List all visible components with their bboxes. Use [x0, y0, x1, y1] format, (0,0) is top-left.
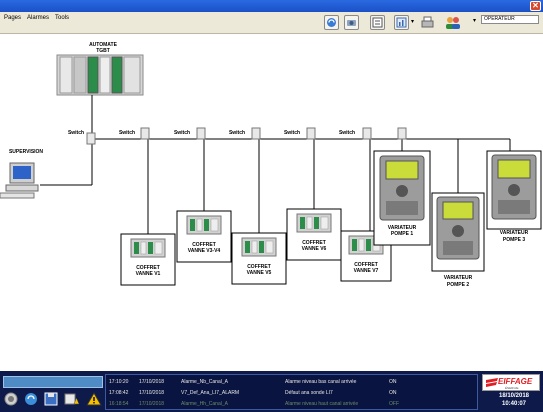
clock-time: 10:40:07 — [501, 401, 527, 407]
clock-date: 18/10/2018 — [498, 393, 530, 399]
network-diagram: AUTOMATE TGBT Switch Switch Switch Switc… — [0, 42, 542, 288]
alarm-row[interactable]: 16:18:54 17/10/2018 Alarme_Hh_Canal_A Al… — [106, 399, 479, 409]
eiffage-mark-icon — [486, 378, 498, 387]
report-icon — [396, 17, 407, 28]
alarm-date: 17/10/2018 — [139, 379, 165, 385]
status-field — [3, 376, 103, 388]
printer-icon — [421, 16, 434, 28]
users-icon — [446, 17, 460, 29]
variateur-pompe-3-label-2: POMPE 3 — [503, 237, 525, 243]
switch-label-3: Switch — [174, 130, 190, 136]
variateur-pompe-1-label-2: POMPE 1 — [391, 231, 413, 237]
alarm-status-bar: 17:10:20 17/10/2018 Alarme_Nb_Canal_A Al… — [0, 371, 543, 412]
supervision-computer[interactable] — [0, 162, 39, 199]
warning-icon — [86, 392, 102, 406]
alarm-state: OFF — [389, 401, 399, 407]
users-button[interactable] — [444, 15, 460, 30]
alarm-row[interactable]: 17:10:20 17/10/2018 Alarme_Nb_Canal_A Al… — [106, 377, 479, 387]
plc-rack[interactable] — [56, 54, 144, 96]
eiffage-subtitle: ÉNERGIE — [505, 386, 519, 390]
clock: 18/10/2018 10:40:07 — [488, 392, 540, 408]
close-icon: ✕ — [532, 1, 539, 10]
eiffage-logo: EIFFAGE ÉNERGIE — [482, 374, 540, 391]
alarm-time: 17:08:42 — [109, 390, 129, 396]
plc-label-line2: TGBT — [96, 48, 110, 54]
print-button[interactable] — [420, 15, 435, 30]
alarm-row[interactable]: 17:08:42 17/10/2018 V7_Def_Ana_LI7_ALARM… — [106, 388, 479, 398]
variateur-pompe-2-label-1: VARIATEUR — [444, 275, 473, 281]
switch-3[interactable] — [196, 127, 206, 140]
switch-label-2: Switch — [119, 130, 135, 136]
eiffage-name: EIFFAGE — [498, 377, 533, 386]
coffret-v1-label-2: VANNE V1 — [136, 271, 161, 277]
coffret-v6[interactable]: COFFRET VANNE V6 — [286, 208, 342, 261]
coffret-v7-label-2: VANNE V7 — [354, 268, 379, 274]
switch-1[interactable] — [86, 132, 96, 145]
power-icon — [4, 392, 18, 406]
power-button[interactable] — [4, 392, 18, 406]
alarm-tag: Alarme_Nb_Canal_A — [181, 379, 228, 385]
camera-button[interactable] — [344, 15, 359, 30]
alarm-time: 17:10:20 — [109, 379, 129, 385]
refresh-button[interactable] — [24, 392, 38, 406]
variateur-pompe-1[interactable]: VARIATEUR POMPE 1 — [373, 150, 431, 246]
title-bar: ✕ — [0, 0, 543, 12]
alarm-time: 16:18:54 — [109, 401, 129, 407]
report-button[interactable] — [394, 15, 409, 30]
variateur-pompe-2-label-2: POMPE 2 — [447, 282, 469, 288]
sync-icon — [327, 18, 336, 27]
coffret-v5[interactable]: COFFRET VANNE V5 — [231, 232, 287, 285]
alarm-state: ON — [389, 379, 397, 385]
alarm-summary-button[interactable] — [64, 392, 80, 406]
close-button[interactable]: ✕ — [530, 1, 541, 11]
alarm-tag: V7_Def_Ana_LI7_ALARM — [181, 390, 240, 396]
camera-icon — [347, 20, 356, 26]
variateur-pompe-3-label-1: VARIATEUR — [500, 230, 529, 236]
variateur-pompe-3[interactable]: VARIATEUR POMPE 3 — [486, 150, 542, 243]
alarm-list[interactable]: 17:10:20 17/10/2018 Alarme_Nb_Canal_A Al… — [105, 374, 478, 410]
report-dropdown-icon[interactable]: ▾ — [411, 18, 414, 25]
alarm-list-icon — [64, 393, 80, 405]
switch-7[interactable] — [397, 127, 407, 140]
switch-label-5: Switch — [284, 130, 300, 136]
switch-4[interactable] — [251, 127, 261, 140]
menu-tools[interactable]: Tools — [55, 15, 69, 21]
supervision-label: SUPERVISION — [9, 149, 43, 155]
coffret-v6-label-2: VANNE V6 — [302, 246, 327, 252]
coffret-v3-v4-label-2: VANNE V3-V4 — [188, 248, 221, 254]
menu-alarmes[interactable]: Alarmes — [27, 15, 49, 21]
switch-5[interactable] — [306, 127, 316, 140]
sync-button[interactable] — [324, 15, 339, 30]
alarm-tag: Alarme_Hh_Canal_A — [181, 401, 228, 407]
alarm-message: Alarme niveau haut canal arrivée — [285, 401, 359, 407]
notepad-button[interactable] — [370, 15, 385, 30]
menu-pages[interactable]: Pages — [4, 15, 21, 21]
save-button[interactable] — [44, 392, 58, 406]
switch-label-6: Switch — [339, 130, 355, 136]
switch-label-4: Switch — [229, 130, 245, 136]
operator-field[interactable]: OPERATEUR — [481, 15, 539, 24]
switch-2[interactable] — [140, 127, 150, 140]
variateur-pompe-2[interactable]: VARIATEUR POMPE 2 — [431, 192, 485, 288]
alarm-date: 17/10/2018 — [139, 390, 165, 396]
switch-6[interactable] — [362, 127, 372, 140]
coffret-v1[interactable]: COFFRET VANNE V1 — [120, 233, 176, 286]
switch-label-1: Switch — [68, 130, 84, 136]
disk-icon — [44, 392, 58, 406]
alarm-message: Défaut ana sonde LI7 — [285, 390, 333, 396]
alarm-date: 17/10/2018 — [139, 401, 165, 407]
coffret-v3-v4[interactable]: COFFRET VANNE V3-V4 — [176, 210, 232, 263]
alarm-state: ON — [389, 390, 397, 396]
alarm-warning-button[interactable] — [86, 392, 102, 406]
coffret-v5-label-2: VANNE V5 — [247, 270, 272, 276]
refresh-icon — [25, 393, 37, 405]
notepad-icon — [372, 17, 383, 28]
alarm-message: Alarme niveau bas canal arrivée — [285, 379, 357, 385]
operator-dropdown-icon[interactable]: ▾ — [473, 17, 476, 24]
